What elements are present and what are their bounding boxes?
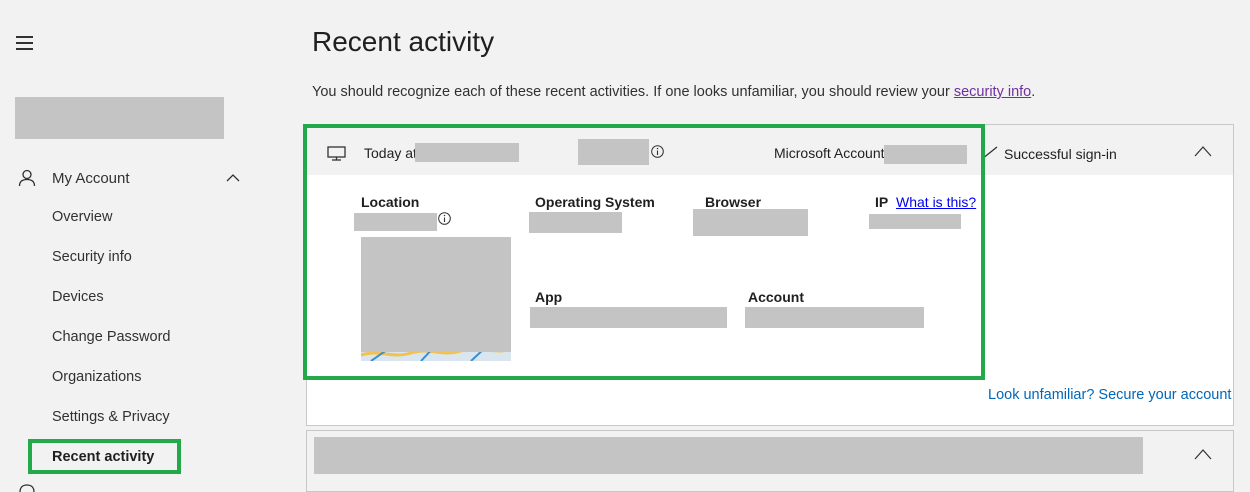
sidebar-item-recent-activity[interactable]: Recent activity (52, 449, 154, 465)
chevron-up-icon[interactable] (226, 171, 240, 185)
user-name-redacted (15, 97, 224, 139)
next-section-icon[interactable] (18, 484, 36, 492)
sidebar-item-overview[interactable]: Overview (52, 209, 112, 225)
intro-text-body: You should recognize each of these recen… (312, 84, 954, 100)
sidebar-item-devices[interactable]: Devices (52, 289, 104, 305)
activity-highlight-box (303, 124, 985, 380)
sidebar-item-settings-privacy[interactable]: Settings & Privacy (52, 409, 170, 425)
secure-account-link[interactable]: Look unfamiliar? Secure your account (988, 387, 1231, 403)
page-title: Recent activity (312, 26, 495, 57)
activity-status: Successful sign-in (1004, 146, 1117, 162)
person-icon (18, 169, 36, 187)
intro-text: You should recognize each of these recen… (312, 84, 1035, 100)
security-info-link[interactable]: security info (954, 84, 1031, 100)
hamburger-menu-icon[interactable] (16, 36, 33, 50)
sidebar-item-organizations[interactable]: Organizations (52, 369, 141, 385)
chevron-up-icon[interactable] (1194, 448, 1212, 460)
sidebar-section-my-account[interactable]: My Account (18, 166, 248, 190)
chevron-up-icon[interactable] (1194, 145, 1212, 157)
sidebar-item-security-info[interactable]: Security info (52, 249, 132, 265)
intro-text-end: . (1031, 84, 1036, 100)
activity-card-2-redacted (314, 437, 1143, 474)
sidebar-section-label: My Account (52, 169, 130, 187)
sidebar-item-change-password[interactable]: Change Password (52, 329, 171, 345)
